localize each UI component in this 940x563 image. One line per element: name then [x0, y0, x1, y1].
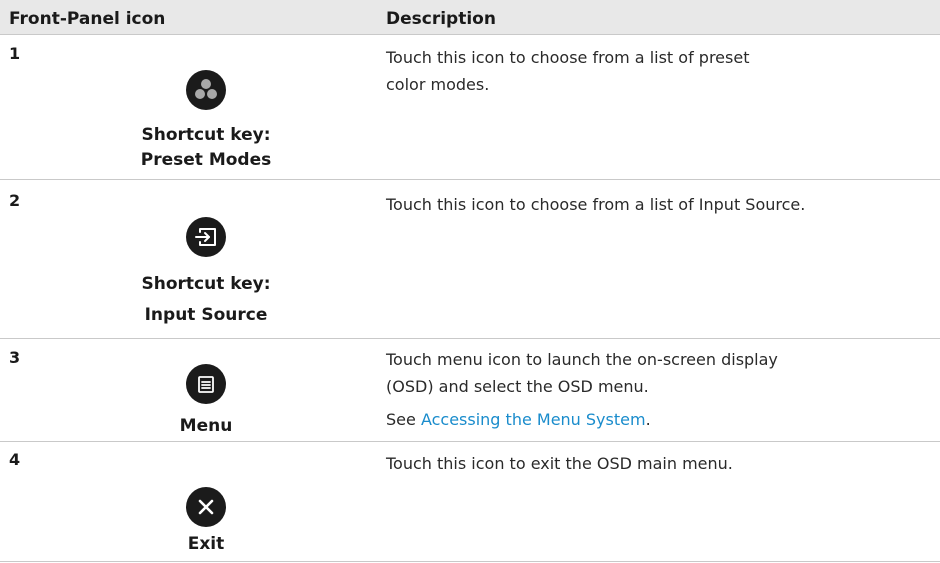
see-reference: See Accessing the Menu System. [386, 406, 931, 433]
exit-icon[interactable] [186, 487, 226, 527]
row-caption: Menu [106, 414, 306, 439]
row-description: Touch menu icon to launch the on-screen … [386, 346, 931, 433]
input-source-icon[interactable] [186, 217, 226, 257]
caption-line: Exit [187, 534, 225, 554]
row-caption: Shortcut key: Input Source [106, 272, 306, 328]
description-line: Touch menu icon to launch the on-screen … [386, 350, 778, 369]
front-panel-table: Front-Panel icon Description 1 Shortcut … [0, 0, 940, 563]
row-divider [0, 441, 940, 442]
row-caption: Shortcut key: Preset Modes [106, 123, 306, 173]
row-number: 2 [9, 191, 21, 210]
description-line: Touch this icon to choose from a list of… [386, 195, 806, 214]
row-description: Touch this icon to exit the OSD main men… [386, 450, 931, 477]
row-description: Touch this icon to choose from a list of… [386, 191, 931, 218]
header-description: Description [386, 9, 496, 29]
description-line: color modes. [386, 75, 490, 94]
preset-modes-icon[interactable] [186, 70, 226, 110]
see-prefix: See [386, 410, 421, 429]
table-bottom-border [0, 561, 940, 562]
header-divider [0, 34, 940, 35]
row-caption: Exit [106, 532, 306, 557]
caption-line: Menu [179, 416, 233, 436]
accessing-menu-system-link[interactable]: Accessing the Menu System [421, 410, 646, 429]
row-divider [0, 338, 940, 339]
row-divider [0, 179, 940, 180]
row-description: Touch this icon to choose from a list of… [386, 44, 931, 98]
caption-line: Shortcut key: [141, 125, 271, 145]
row-number: 1 [9, 44, 21, 63]
row-number: 4 [9, 450, 21, 469]
header-front-panel-icon: Front-Panel icon [9, 9, 166, 29]
description-line: (OSD) and select the OSD menu. [386, 377, 649, 396]
caption-line: Input Source [144, 305, 268, 325]
row-number: 3 [9, 348, 21, 367]
description-line: Touch this icon to exit the OSD main men… [386, 454, 733, 473]
menu-icon[interactable] [186, 364, 226, 404]
caption-line: Shortcut key: [141, 274, 271, 294]
description-line: Touch this icon to choose from a list of… [386, 48, 750, 67]
caption-line: Preset Modes [140, 150, 272, 170]
table-header: Front-Panel icon Description [0, 0, 940, 34]
see-suffix: . [645, 410, 651, 429]
